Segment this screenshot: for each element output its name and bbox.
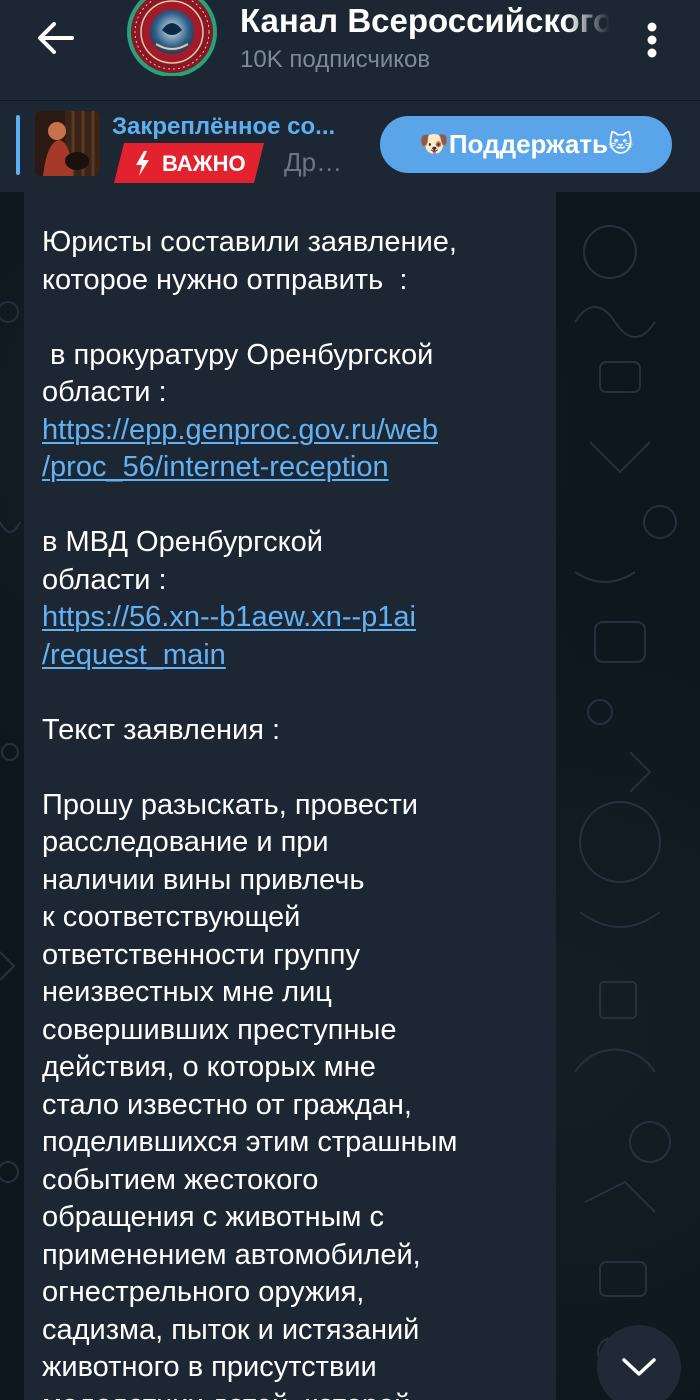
chevron-down-icon [622, 1358, 656, 1376]
message-line: действия, о которых мне [42, 1051, 376, 1083]
message-link[interactable]: https://epp.genproc.gov.ru/web [42, 412, 538, 450]
channel-header: Канал Всероссийского 10K подписчиков [0, 0, 700, 100]
message-line: которое нужно отправить : [42, 263, 408, 296]
pinned-indicator [16, 115, 20, 175]
message-line: области : [42, 563, 167, 596]
message-line: неизвестных мне лиц [42, 976, 332, 1008]
message-line: в прокуратуру Оренбургской [42, 338, 434, 371]
message-bubble: Юристы составили заявление, которое нужно… [24, 192, 556, 1400]
message-line: садизма, пыток и истязаний [42, 1313, 420, 1346]
message-line: событием жестокого [42, 1163, 319, 1196]
cat-emoji-icon: 🐱 [608, 131, 634, 158]
message-line: малолетних детей, которой [42, 1387, 538, 1400]
message-line: Юристы составили заявление, [42, 226, 457, 258]
kebab-menu-icon [647, 22, 657, 58]
message-line: стало известно от граждан, [42, 1088, 412, 1121]
message-line: наличии вины привлечь [42, 863, 365, 896]
pinned-message-bar[interactable]: Закреплённое со... ВАЖНО Др… 🐶 Поддержат… [0, 100, 700, 192]
message-line: Текст заявления : [42, 713, 281, 746]
support-button[interactable]: 🐶 Поддержать 🐱 [380, 116, 672, 173]
menu-button[interactable] [632, 12, 672, 68]
message-line: к соответствующей [42, 901, 301, 933]
support-label: Поддержать [448, 129, 609, 159]
message-line: обращения с животным с [42, 1201, 384, 1233]
subscriber-count: 10K подписчиков [240, 46, 431, 73]
important-badge: ВАЖНО [114, 143, 264, 183]
message-line: области : [42, 376, 167, 408]
message-line: Прошу разыскать, провести [42, 788, 418, 821]
message-line: животного в присутствии [42, 1351, 377, 1383]
message-line: расследование и при [42, 826, 329, 858]
pinned-preview-text: Др… [284, 147, 343, 177]
scroll-down-button[interactable] [597, 1325, 681, 1400]
message-text: Юристы составили заявление, которое нужно… [42, 224, 538, 1400]
message-line: совершивших преступные [42, 1013, 397, 1046]
dog-emoji-icon: 🐶 [418, 131, 449, 158]
message-line: в МВД Оренбургской [42, 526, 323, 558]
arrow-left-icon [38, 22, 74, 54]
pinned-title: Закреплённое со... [112, 113, 336, 140]
back-button[interactable] [26, 12, 86, 64]
message-link[interactable]: /request_main [42, 637, 538, 675]
message-link[interactable]: /proc_56/internet-reception [42, 449, 538, 487]
message-link[interactable]: https://56.xn--b1aew.xn--p1ai [42, 599, 538, 637]
message-line: поделившихся этим страшным [42, 1126, 458, 1158]
channel-title[interactable]: Канал Всероссийского [240, 2, 610, 40]
message-line: ответственности группу [42, 938, 360, 971]
message-line: огнестрельного оружия, [42, 1276, 365, 1308]
message-line: применением автомобилей, [42, 1238, 421, 1271]
pinned-thumbnail [35, 111, 100, 176]
badge-label: ВАЖНО [162, 151, 246, 176]
channel-avatar[interactable] [126, 0, 218, 77]
